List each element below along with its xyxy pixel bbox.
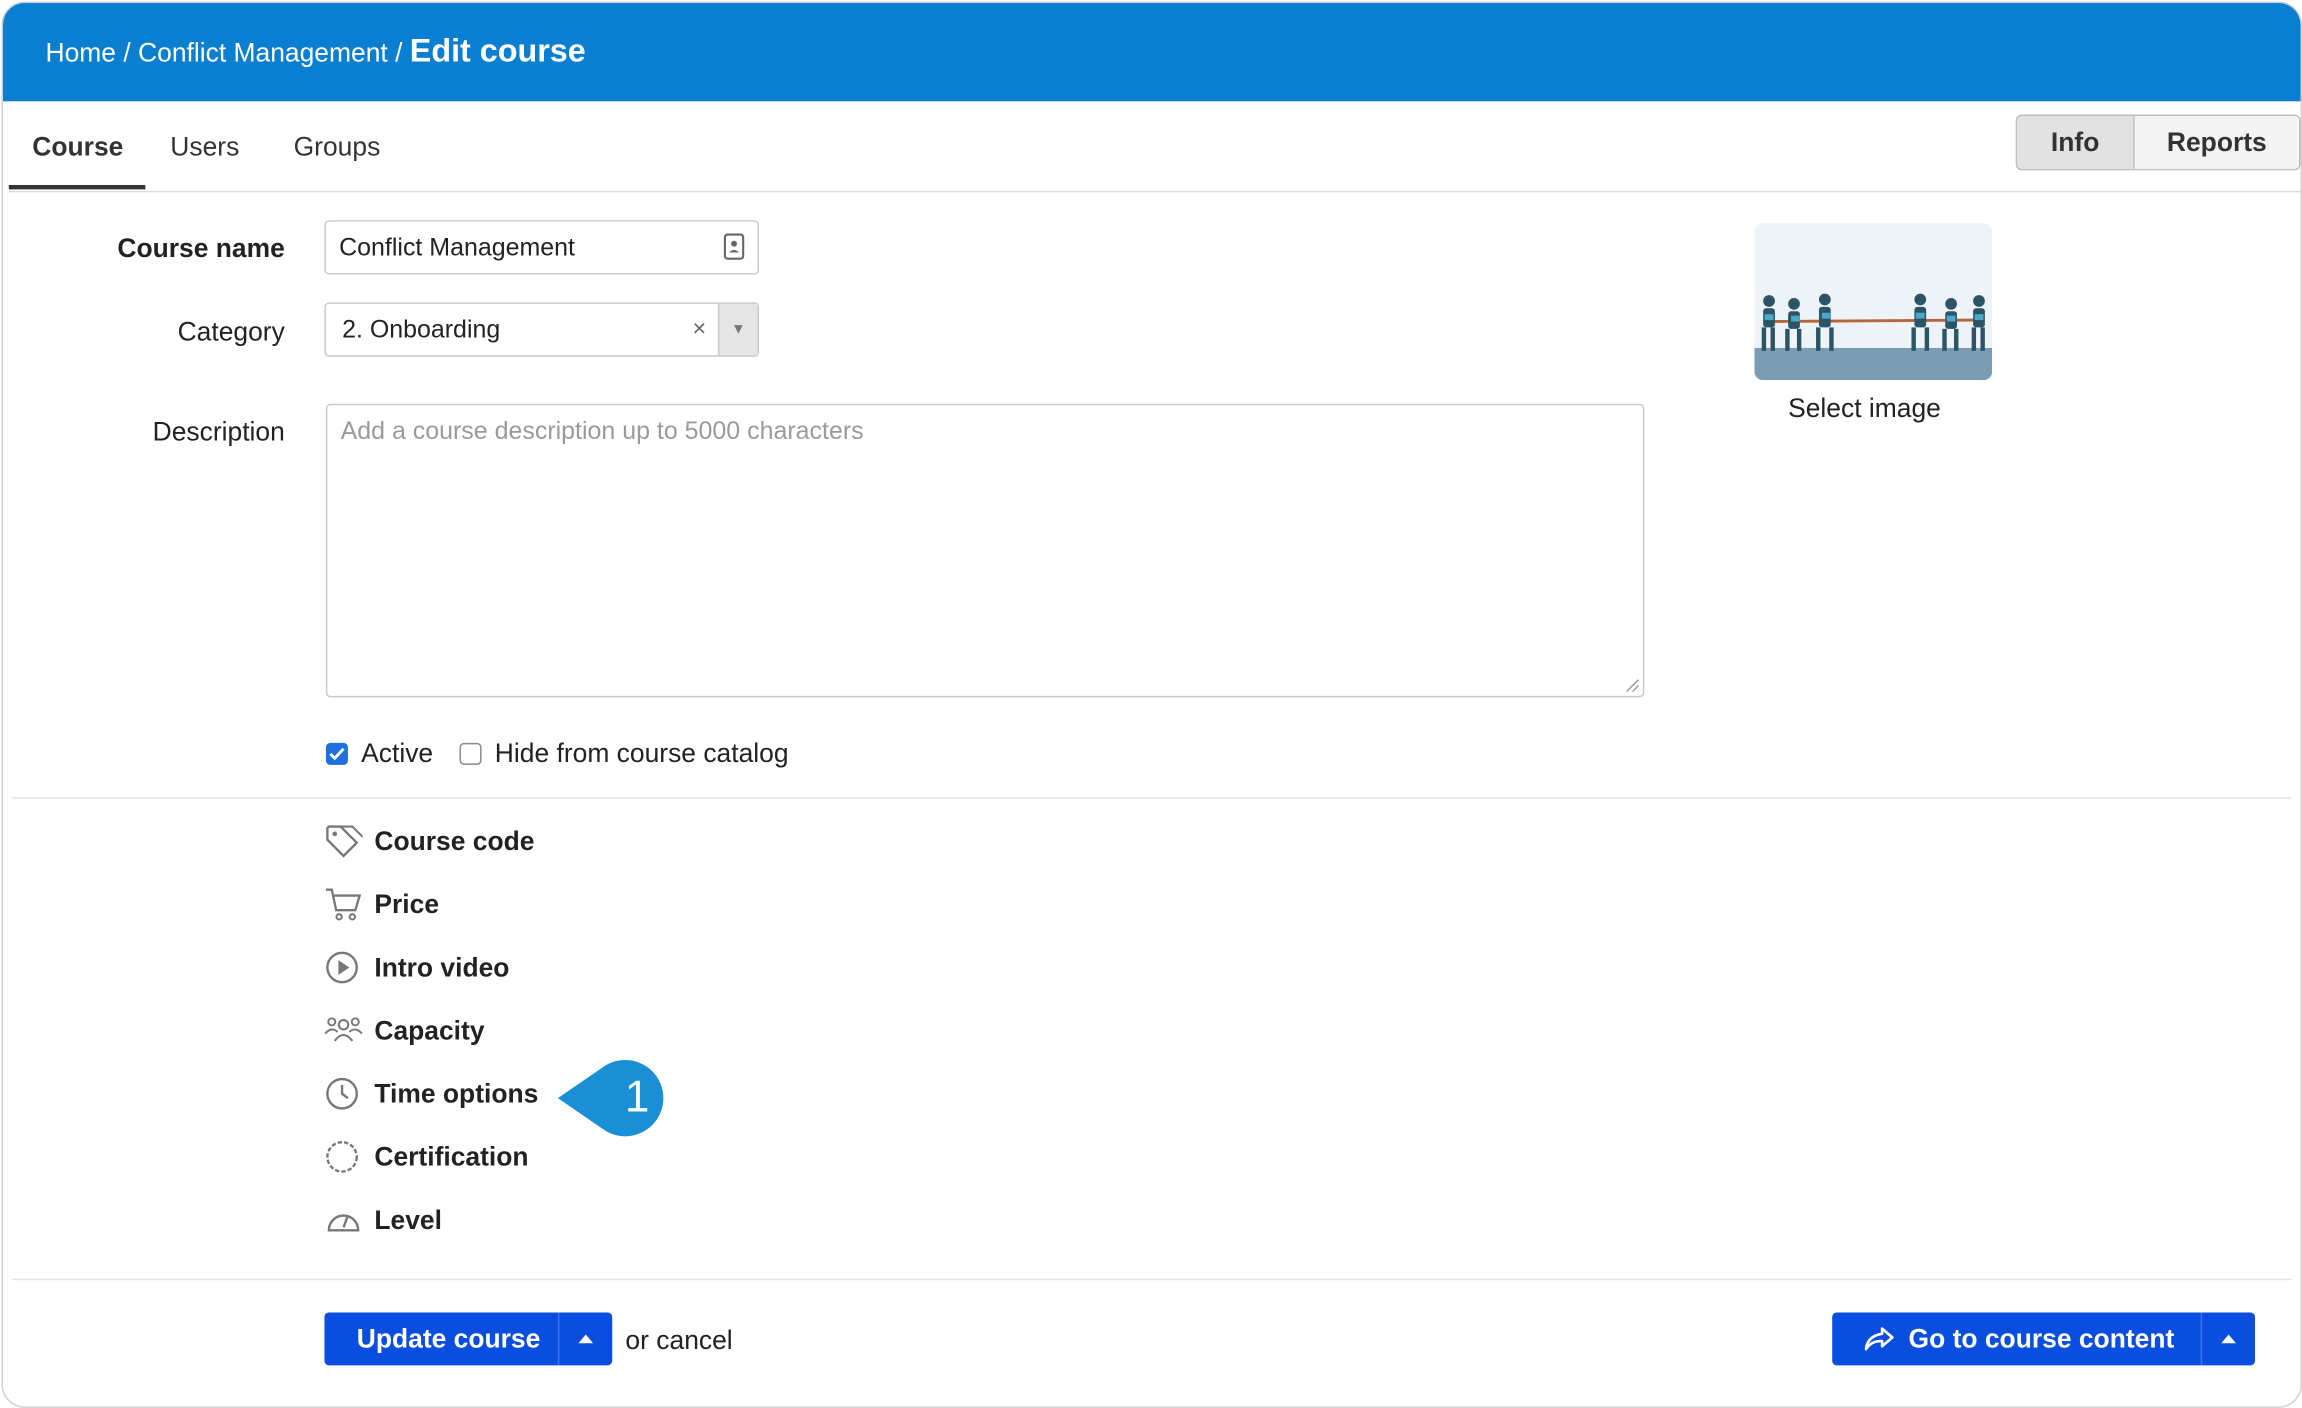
clock-icon	[326, 1077, 358, 1110]
caret-up-icon	[578, 1334, 594, 1344]
intro-video-option[interactable]: Intro video	[324, 948, 509, 986]
active-label[interactable]: Active	[361, 738, 433, 769]
certification-label: Certification	[374, 1141, 529, 1171]
contact-card-icon	[723, 233, 745, 260]
tab-users[interactable]: Users	[170, 132, 239, 163]
header-bar: Home / Conflict Management / Edit course	[2, 2, 2301, 102]
view-toggle: Info Reports	[2015, 114, 2301, 171]
content-options-toggle[interactable]	[2200, 1312, 2255, 1366]
update-course-button[interactable]: Update course	[324, 1312, 613, 1366]
level-label: Level	[374, 1204, 442, 1234]
course-code-label: Course code	[374, 825, 535, 856]
time-options-option[interactable]: Time options	[324, 1075, 538, 1113]
tab-groups[interactable]: Groups	[294, 132, 381, 163]
app-window: Home / Conflict Management / Edit course Cou…	[1, 1, 2302, 1408]
certification-option[interactable]: Certification	[324, 1138, 529, 1176]
level-option[interactable]: Level	[324, 1201, 442, 1239]
visibility-options: Active Hide from course catalog	[325, 738, 815, 769]
clear-selection-icon[interactable]: ×	[692, 317, 706, 343]
price-option[interactable]: Price	[324, 885, 439, 923]
update-course-label: Update course	[356, 1323, 541, 1353]
caret-up-icon	[2221, 1334, 2236, 1344]
description-label: Description	[152, 416, 285, 447]
breadcrumb-home-link[interactable]: Home	[46, 38, 116, 67]
play-icon	[326, 951, 358, 984]
share-arrow-icon	[1864, 1327, 1894, 1351]
breadcrumb-course-link[interactable]: Conflict Management	[138, 38, 388, 67]
update-options-toggle[interactable]	[557, 1312, 612, 1366]
cart-icon	[325, 888, 362, 921]
breadcrumb-separator: /	[395, 38, 403, 68]
resize-handle-icon[interactable]	[1625, 678, 1640, 693]
capacity-option[interactable]: Capacity	[324, 1012, 485, 1050]
intro-video-label: Intro video	[374, 952, 510, 982]
course-name-value: Conflict Management	[339, 233, 575, 262]
footer-divider	[11, 1278, 2292, 1281]
capacity-label: Capacity	[374, 1015, 485, 1045]
reports-toggle-button[interactable]: Reports	[2134, 115, 2300, 169]
tab-bar: Course Users Groups Info Reports	[8, 103, 2301, 193]
checkmark-icon	[329, 747, 345, 761]
tab-course[interactable]: Course	[32, 132, 123, 163]
category-select[interactable]: 2. Onboarding × ▼	[324, 302, 760, 357]
go-to-course-content-button[interactable]: Go to course content	[1832, 1312, 2256, 1366]
description-textarea[interactable]: Add a course description up to 5000 char…	[325, 403, 1645, 698]
breadcrumb-separator: /	[123, 38, 131, 68]
tug-of-war-illustration	[1754, 223, 1993, 381]
gauge-icon	[327, 1214, 360, 1232]
section-divider	[11, 797, 2292, 799]
step-number: 1	[624, 1073, 650, 1122]
people-icon	[324, 1017, 363, 1042]
course-name-label: Course name	[117, 233, 285, 263]
page-title: Edit course	[409, 32, 586, 70]
hide-from-catalog-checkbox[interactable]	[459, 742, 482, 765]
hide-from-catalog-label[interactable]: Hide from course catalog	[495, 738, 789, 769]
time-options-label: Time options	[374, 1078, 539, 1108]
active-checkbox[interactable]	[325, 742, 348, 765]
category-label: Category	[177, 317, 285, 347]
go-to-course-content-label: Go to course content	[1908, 1323, 2175, 1353]
course-name-input[interactable]: Conflict Management	[324, 220, 760, 275]
info-toggle-button[interactable]: Info	[2017, 115, 2135, 169]
active-tab-indicator	[8, 184, 146, 190]
category-value: 2. Onboarding	[342, 315, 501, 344]
or-text: or	[625, 1325, 649, 1356]
cancel-link[interactable]: cancel	[656, 1326, 732, 1355]
course-image[interactable]	[1754, 223, 1993, 381]
dropdown-arrow-icon[interactable]: ▼	[717, 303, 758, 356]
description-placeholder: Add a course description up to 5000 char…	[340, 416, 864, 445]
course-code-option[interactable]: Course code	[324, 822, 534, 860]
cancel-text: or cancel	[625, 1326, 732, 1357]
badge-icon	[326, 1141, 358, 1173]
tag-icon	[326, 825, 363, 858]
select-image-link[interactable]: Select image	[1754, 393, 1974, 424]
breadcrumb: Home / Conflict Management / Edit course	[46, 32, 586, 70]
price-label: Price	[374, 888, 440, 919]
